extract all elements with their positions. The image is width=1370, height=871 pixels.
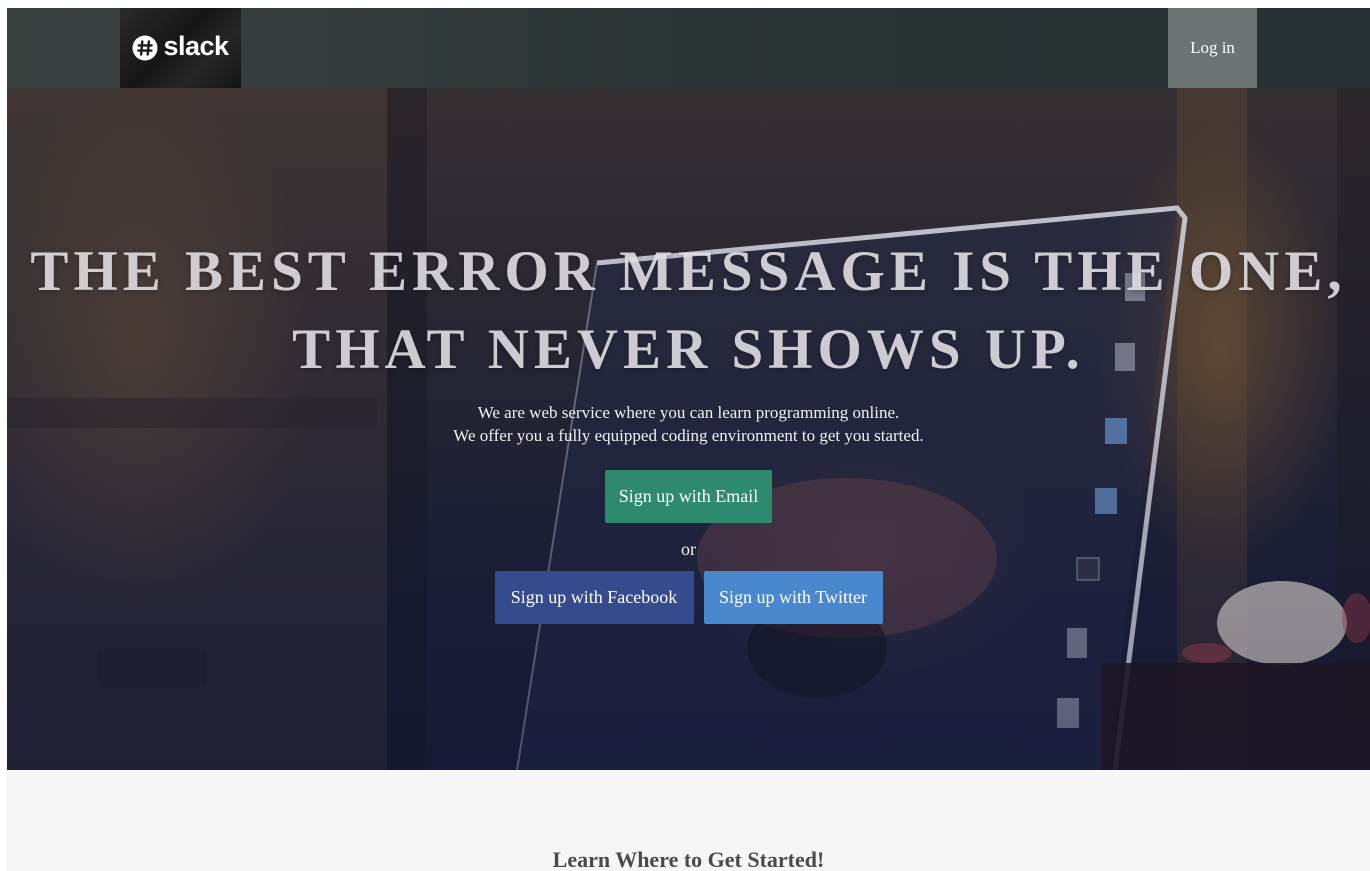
- hero-content: THE BEST ERROR MESSAGE IS THE ONE, THAT …: [7, 233, 1370, 624]
- subtext-line-1: We are web service where you can learn p…: [477, 403, 900, 422]
- hero-section: THE BEST ERROR MESSAGE IS THE ONE, THAT …: [7, 88, 1370, 770]
- login-button[interactable]: Log in: [1168, 8, 1257, 88]
- signup-email-button[interactable]: Sign up with Email: [605, 470, 772, 523]
- section-title: Learn Where to Get Started!: [552, 847, 825, 871]
- get-started-section: Learn Where to Get Started!: [7, 770, 1370, 871]
- or-separator: or: [681, 539, 696, 559]
- top-navbar: slack Log in: [7, 8, 1370, 88]
- brand-logo-link[interactable]: slack: [120, 8, 241, 88]
- brand-name: slack: [163, 31, 229, 61]
- subtext-line-2: We offer you a fully equipped coding env…: [453, 426, 924, 445]
- slack-hash-icon: [132, 35, 158, 61]
- signup-twitter-button[interactable]: Sign up with Twitter: [703, 571, 883, 624]
- hero-headline: THE BEST ERROR MESSAGE IS THE ONE, THAT …: [7, 233, 1370, 389]
- landing-page: slack Log in THE BEST ERROR MESSAGE IS T…: [7, 8, 1370, 871]
- headline-line-2: THAT NEVER SHOWS UP.: [292, 318, 1085, 381]
- hero-subtext: We are web service where you can learn p…: [7, 401, 1370, 447]
- social-signup-row: Sign up with Facebook Sign up with Twitt…: [7, 571, 1370, 624]
- headline-line-1: THE BEST ERROR MESSAGE IS THE ONE,: [30, 240, 1347, 303]
- signup-facebook-button[interactable]: Sign up with Facebook: [494, 571, 694, 624]
